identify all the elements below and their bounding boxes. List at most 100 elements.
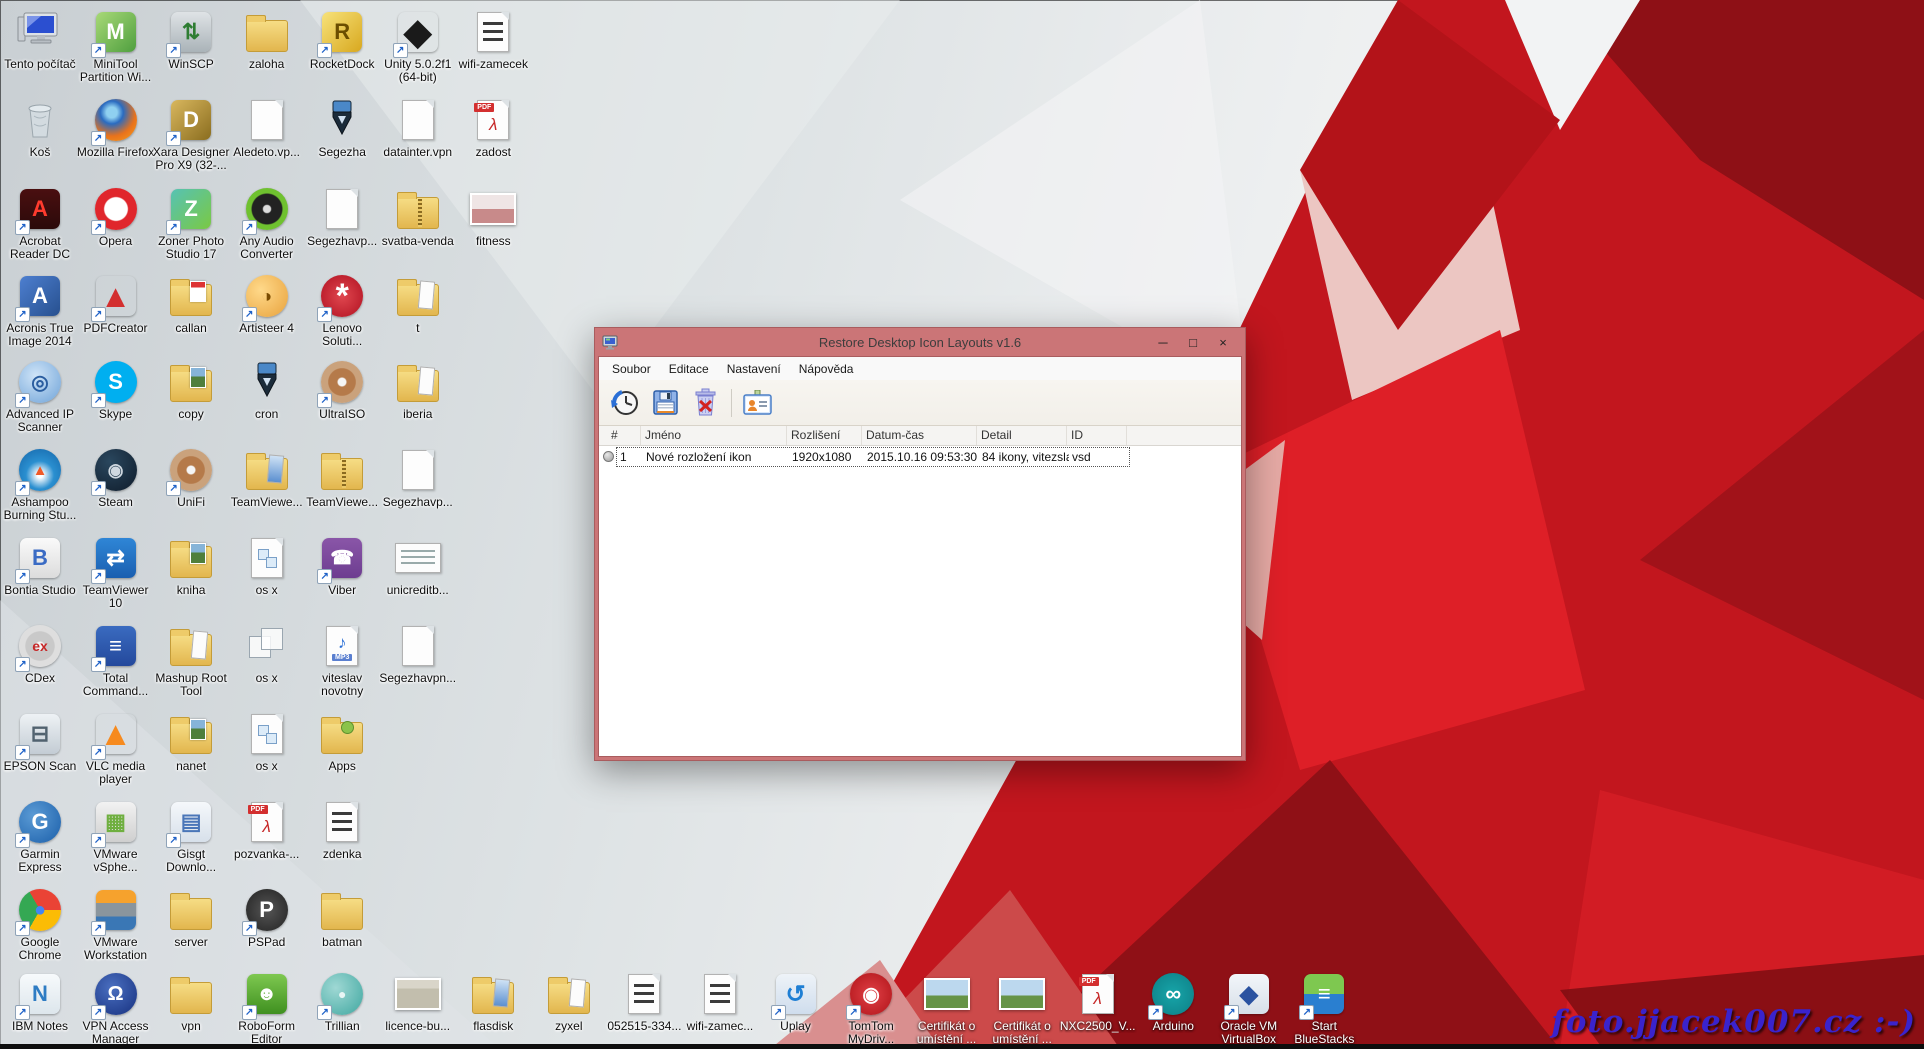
desktop-icon-kniha[interactable]: kniha — [152, 534, 230, 597]
table-row[interactable]: 1Nové rozložení ikon1920x10802015.10.16 … — [599, 446, 1241, 468]
desktop-icon-zoner-photo-studio-17[interactable]: Z↗Zoner Photo Studio 17 — [152, 185, 230, 262]
window-titlebar[interactable]: Restore Desktop Icon Layouts v1.6 ─ □ × — [598, 328, 1242, 356]
desktop-icon-garmin-express[interactable]: G↗Garmin Express — [1, 798, 79, 875]
desktop-icon-trillian[interactable]: ●↗Trillian — [303, 970, 381, 1033]
desktop-icon-copy[interactable]: copy — [152, 358, 230, 421]
desktop-icon-vmware-vsphe[interactable]: ▦↗VMware vSphe... — [77, 798, 155, 875]
desktop-icon-certifik-t-o-um-st-n[interactable]: Certifikát o umístění ... — [908, 970, 986, 1047]
desktop-icon-epson-scan[interactable]: ⊟↗EPSON Scan — [1, 710, 79, 773]
desktop-icon-any-audio-converter[interactable]: ↗Any Audio Converter — [228, 185, 306, 262]
row-radio-icon[interactable] — [603, 451, 614, 462]
desktop-icon-roboform-editor[interactable]: ☻↗RoboForm Editor — [228, 970, 306, 1047]
desktop-icon-start-bluestacks[interactable]: ≡↗Start BlueStacks — [1285, 970, 1363, 1047]
column-header-4[interactable]: Detail — [977, 426, 1067, 445]
desktop-icon-steam[interactable]: ◉↗Steam — [77, 446, 155, 509]
desktop-icon-os-x[interactable]: os x — [228, 622, 306, 685]
desktop-icon-artisteer-4[interactable]: ◑↗Artisteer 4 — [228, 272, 306, 335]
desktop-icon-acronis-true-image-2014[interactable]: A↗Acronis True Image 2014 — [1, 272, 79, 349]
desktop-icon-zaloha[interactable]: zaloha — [228, 8, 306, 71]
desktop-icon-zyxel[interactable]: zyxel — [530, 970, 608, 1033]
desktop-icon-apps[interactable]: Apps — [303, 710, 381, 773]
desktop-icon-ashampoo-burning-stu[interactable]: ▲↗Ashampoo Burning Stu... — [1, 446, 79, 523]
desktop-icon-arduino[interactable]: ∞↗Arduino — [1134, 970, 1212, 1033]
desktop-icon-cron[interactable]: cron — [228, 358, 306, 421]
desktop-icon-batman[interactable]: batman — [303, 886, 381, 949]
desktop-icon-teamviewe[interactable]: TeamViewe... — [303, 446, 381, 509]
desktop-icon-minitool-partition-wi[interactable]: M↗MiniTool Partition Wi... — [77, 8, 155, 85]
desktop-icon-opera[interactable]: ↗Opera — [77, 185, 155, 248]
desktop-icon-zadost[interactable]: PDFλzadost — [454, 96, 532, 159]
desktop-icon-ko[interactable]: Koš — [1, 96, 79, 159]
desktop-icon-viber[interactable]: ☎↗Viber — [303, 534, 381, 597]
desktop-icon-server[interactable]: server — [152, 886, 230, 949]
desktop-icon-winscp[interactable]: ⇅↗WinSCP — [152, 8, 230, 71]
desktop-icon-unicreditb[interactable]: unicreditb... — [379, 534, 457, 597]
minimize-button[interactable]: ─ — [1148, 331, 1178, 353]
desktop-icon-datainter-vpn[interactable]: datainter.vpn — [379, 96, 457, 159]
desktop-icon-pozvanka[interactable]: PDFλpozvanka-... — [228, 798, 306, 861]
desktop-icon-callan[interactable]: callan — [152, 272, 230, 335]
desktop-icon-rocketdock[interactable]: R↗RocketDock — [303, 8, 381, 71]
desktop-icon-vpn[interactable]: vpn — [152, 970, 230, 1033]
desktop-icon-052515-334[interactable]: 052515-334... — [605, 970, 683, 1033]
desktop-icon-aledeto-vp[interactable]: Aledeto.vp... — [228, 96, 306, 159]
desktop-icon-t[interactable]: t — [379, 272, 457, 335]
desktop-icon-tomtom-mydriv[interactable]: ◉↗TomTom MyDriv... — [832, 970, 910, 1047]
desktop-icon-google-chrome[interactable]: ●↗Google Chrome — [1, 886, 79, 963]
desktop-icon-flasdisk[interactable]: flasdisk — [454, 970, 532, 1033]
column-header-2[interactable]: Rozlišení — [787, 426, 862, 445]
desktop-icon-teamviewe[interactable]: TeamViewe... — [228, 446, 306, 509]
desktop-icon-unifi[interactable]: ↗UniFi — [152, 446, 230, 509]
desktop-icon-wifi-zamec[interactable]: wifi-zamec... — [681, 970, 759, 1033]
column-header-0[interactable]: # — [607, 426, 641, 445]
desktop-icon-teamviewer-10[interactable]: ⇄↗TeamViewer 10 — [77, 534, 155, 611]
close-button[interactable]: × — [1208, 331, 1238, 353]
desktop-icon-acrobat-reader-dc[interactable]: A↗Acrobat Reader DC — [1, 185, 79, 262]
desktop-icon-tento-po-ta[interactable]: Tento počítač — [1, 8, 79, 71]
desktop-icon-pspad[interactable]: P↗PSPad — [228, 886, 306, 949]
desktop-icon-wifi-zamecek[interactable]: wifi-zamecek — [454, 8, 532, 71]
desktop-icon-mozilla-firefox[interactable]: ↗Mozilla Firefox — [77, 96, 155, 159]
desktop-icon-nxc2500-v[interactable]: PDFλNXC2500_V... — [1059, 970, 1137, 1033]
desktop-icon-zdenka[interactable]: zdenka — [303, 798, 381, 861]
desktop-icon-segezha[interactable]: Segezha — [303, 96, 381, 159]
desktop-icon-lenovo-soluti[interactable]: *↗Lenovo Soluti... — [303, 272, 381, 349]
desktop-icon-vpn-access-manager[interactable]: Ω↗VPN Access Manager — [77, 970, 155, 1047]
maximize-button[interactable]: □ — [1178, 331, 1208, 353]
desktop-icon-fitness[interactable]: fitness — [454, 185, 532, 248]
desktop-icon-licence-bu[interactable]: licence-bu... — [379, 970, 457, 1033]
desktop-icon-svatba-venda[interactable]: svatba-venda — [379, 185, 457, 248]
column-header-3[interactable]: Datum-čas — [862, 426, 977, 445]
desktop-icon-pdfcreator[interactable]: ▲↗PDFCreator — [77, 272, 155, 335]
desktop-icon-os-x[interactable]: os x — [228, 534, 306, 597]
desktop-icon-uplay[interactable]: ↺↗Uplay — [757, 970, 835, 1033]
desktop-icon-total-command[interactable]: ≡↗Total Command... — [77, 622, 155, 699]
desktop-icon-bontia-studio[interactable]: B↗Bontia Studio — [1, 534, 79, 597]
desktop-icon-unity-5-0-2f1-64-bit[interactable]: ◆↗Unity 5.0.2f1 (64-bit) — [379, 8, 457, 85]
desktop-icon-certifik-t-o-um-st-n[interactable]: Certifikát o umístění ... — [983, 970, 1061, 1047]
desktop-icon-ultraiso[interactable]: ↗UltraISO — [303, 358, 381, 421]
desktop-icon-iberia[interactable]: iberia — [379, 358, 457, 421]
desktop-icon-segezhavpn[interactable]: Segezhavpn... — [379, 622, 457, 685]
menu-item-2[interactable]: Nastavení — [718, 359, 790, 379]
profile-badge-button[interactable] — [740, 385, 776, 421]
desktop-icon-os-x[interactable]: os x — [228, 710, 306, 773]
desktop-icon-vmware-workstation[interactable]: ↗VMware Workstation — [77, 886, 155, 963]
desktop-icon-ibm-notes[interactable]: N↗IBM Notes — [1, 970, 79, 1033]
column-header-5[interactable]: ID — [1067, 426, 1127, 445]
desktop-icon-segezhavp[interactable]: Segezhavp... — [303, 185, 381, 248]
desktop-icon-vlc-media-player[interactable]: ▲↗VLC media player — [77, 710, 155, 787]
desktop-icon-nanet[interactable]: nanet — [152, 710, 230, 773]
restore-layout-button[interactable] — [607, 385, 643, 421]
column-header-1[interactable]: Jméno — [641, 426, 787, 445]
desktop-icon-skype[interactable]: S↗Skype — [77, 358, 155, 421]
desktop-icon-oracle-vm-virtualbox[interactable]: ◆↗Oracle VM VirtualBox — [1210, 970, 1288, 1047]
desktop-icon-cdex[interactable]: ex↗CDex — [1, 622, 79, 685]
desktop-icon-viteslav-novotny[interactable]: ♪MP3viteslav novotny — [303, 622, 381, 699]
menu-item-1[interactable]: Editace — [660, 359, 718, 379]
menu-item-0[interactable]: Soubor — [603, 359, 660, 379]
delete-layout-button[interactable] — [687, 385, 723, 421]
desktop-icon-xara-designer-pro-x9-32[interactable]: D↗Xara Designer Pro X9 (32-... — [152, 96, 230, 173]
menu-item-3[interactable]: Nápověda — [790, 359, 863, 379]
desktop-icon-advanced-ip-scanner[interactable]: ◎↗Advanced IP Scanner — [1, 358, 79, 435]
